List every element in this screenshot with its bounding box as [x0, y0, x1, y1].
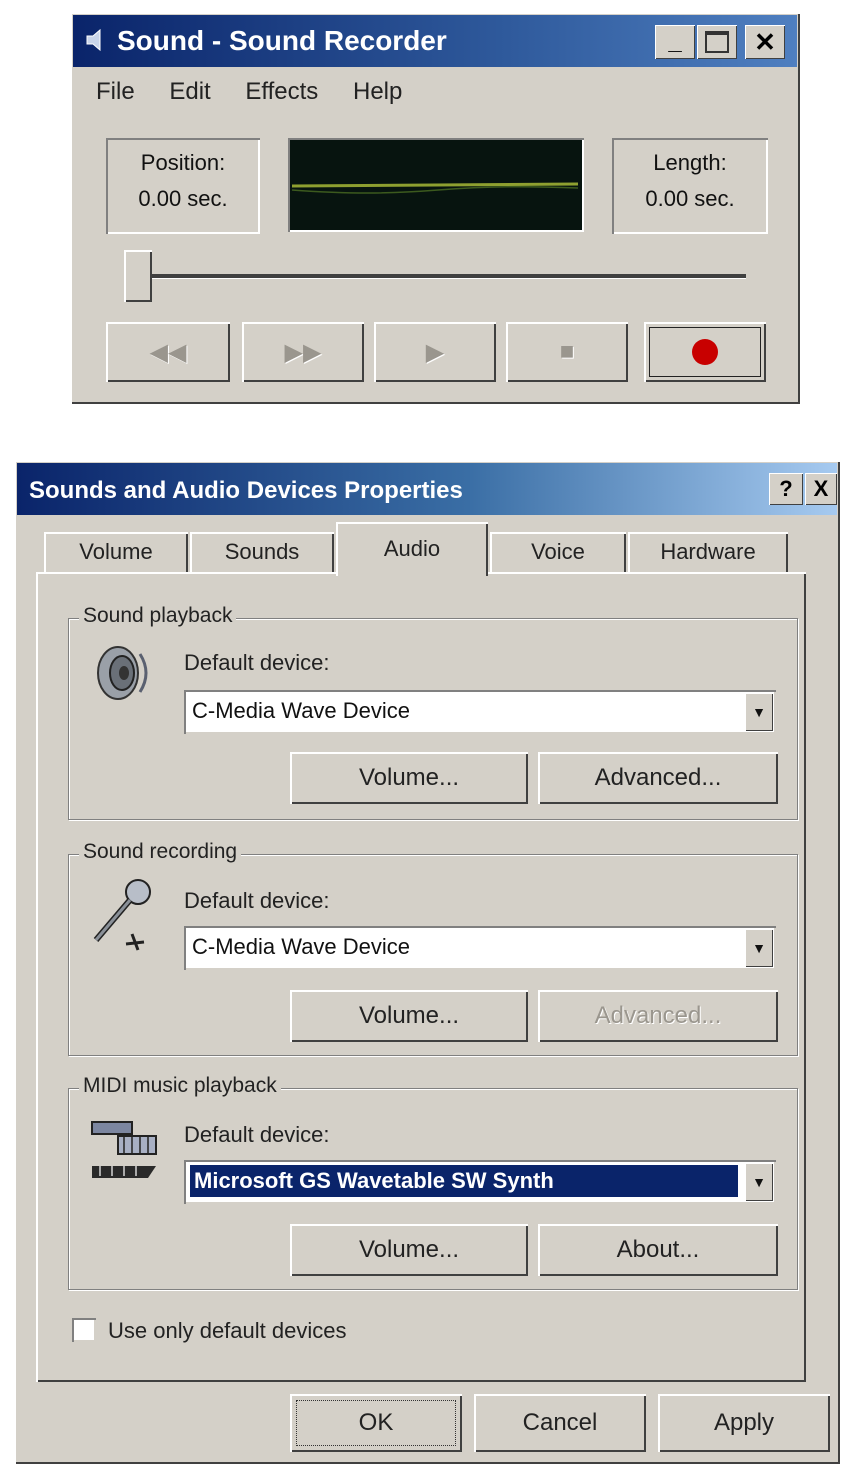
position-slider-thumb[interactable]: [124, 250, 152, 302]
recording-device-label: Default device:: [184, 888, 330, 913]
recording-advanced-button[interactable]: Advanced...: [538, 990, 778, 1042]
menu-edit[interactable]: Edit: [169, 78, 210, 105]
apply-label: Apply: [713, 1409, 775, 1436]
speaker-icon: [88, 640, 158, 706]
midi-device-select[interactable]: Microsoft GS Wavetable SW Synth ▼: [184, 1160, 776, 1204]
playback-volume-label: Volume...: [358, 764, 460, 791]
help-button[interactable]: ?: [769, 473, 803, 505]
dialog-title-bar[interactable]: Sounds and Audio Devices Properties ? X: [17, 463, 837, 515]
play-button[interactable]: ▶: [374, 322, 496, 382]
chevron-down-icon[interactable]: ▼: [745, 929, 773, 967]
close-button[interactable]: ✕: [745, 25, 785, 59]
recording-volume-button[interactable]: Volume...: [290, 990, 528, 1042]
position-value: 0.00 sec.: [138, 186, 228, 211]
stop-button[interactable]: ■: [506, 322, 628, 382]
chevron-down-icon[interactable]: ▼: [745, 693, 773, 731]
menu-effects[interactable]: Effects: [245, 78, 318, 105]
midi-about-label: About...: [616, 1236, 700, 1263]
ok-button[interactable]: OK: [290, 1394, 462, 1452]
close-icon: X: [813, 476, 829, 501]
menu-help[interactable]: Help: [353, 78, 402, 105]
cancel-label: Cancel: [522, 1409, 598, 1436]
seek-to-end-icon: ▶▶: [284, 338, 322, 366]
midi-volume-label: Volume...: [358, 1236, 460, 1263]
tab-voice-label: Voice: [531, 539, 585, 564]
recording-advanced-label: Advanced...: [594, 1002, 722, 1029]
midi-volume-button[interactable]: Volume...: [290, 1224, 528, 1276]
tab-volume[interactable]: Volume: [44, 532, 188, 572]
tab-volume-label: Volume: [79, 539, 153, 564]
menu-file[interactable]: File: [96, 78, 135, 105]
apply-button[interactable]: Apply: [658, 1394, 830, 1452]
sound-recording-legend: Sound recording: [79, 840, 242, 864]
position-display: Position: 0.00 sec.: [106, 138, 260, 234]
length-label: Length:: [653, 150, 727, 175]
tab-hardware-label: Hardware: [660, 539, 756, 564]
playback-device-select[interactable]: C-Media Wave Device ▼: [184, 690, 776, 734]
playback-advanced-button[interactable]: Advanced...: [538, 752, 778, 804]
help-icon: ?: [779, 476, 793, 501]
speaker-icon: [85, 27, 107, 53]
cancel-button[interactable]: Cancel: [474, 1394, 646, 1452]
position-slider-track[interactable]: [130, 274, 746, 279]
seek-to-end-button[interactable]: ▶▶: [242, 322, 364, 382]
midi-about-button[interactable]: About...: [538, 1224, 778, 1276]
waveform-display: [288, 138, 584, 232]
playback-advanced-label: Advanced...: [594, 764, 722, 791]
chevron-down-icon[interactable]: ▼: [745, 1163, 773, 1201]
recording-device-value: C-Media Wave Device: [192, 934, 411, 959]
close-icon: ✕: [754, 26, 776, 57]
sound-recorder-window: Sound - Sound Recorder _ ✕ File Edit Eff…: [70, 12, 800, 404]
tab-audio[interactable]: Audio: [336, 522, 488, 576]
tab-voice[interactable]: Voice: [490, 532, 626, 572]
tab-audio-label: Audio: [383, 536, 441, 561]
tab-hardware[interactable]: Hardware: [628, 532, 788, 572]
recorder-title-bar[interactable]: Sound - Sound Recorder _ ✕: [73, 15, 797, 67]
playback-device-value: C-Media Wave Device: [192, 698, 411, 723]
seek-to-start-icon: ◀◀: [149, 338, 187, 366]
microphone-icon: [86, 874, 156, 954]
position-label: Position:: [140, 150, 226, 175]
dialog-title: Sounds and Audio Devices Properties: [29, 477, 463, 504]
length-value: 0.00 sec.: [645, 186, 735, 211]
midi-device-label: Default device:: [184, 1122, 330, 1147]
recording-volume-label: Volume...: [358, 1002, 460, 1029]
midi-keyboard-icon: [88, 1116, 162, 1186]
length-display: Length: 0.00 sec.: [612, 138, 768, 234]
close-button[interactable]: X: [805, 473, 837, 505]
play-icon: ▶: [425, 338, 445, 366]
playback-device-label: Default device:: [184, 650, 330, 675]
recording-device-select[interactable]: C-Media Wave Device ▼: [184, 926, 776, 970]
seek-to-start-button[interactable]: ◀◀: [106, 322, 230, 382]
maximize-button[interactable]: [697, 25, 737, 59]
stop-icon: ■: [559, 338, 575, 365]
playback-volume-button[interactable]: Volume...: [290, 752, 528, 804]
recorder-menu-bar: File Edit Effects Help: [96, 78, 430, 106]
tab-sounds[interactable]: Sounds: [190, 532, 334, 572]
ok-label: OK: [358, 1409, 394, 1436]
maximize-icon: [705, 31, 729, 53]
minimize-icon: _: [668, 28, 682, 55]
recorder-title: Sound - Sound Recorder: [117, 25, 447, 56]
tab-sounds-label: Sounds: [224, 539, 300, 564]
midi-device-value: Microsoft GS Wavetable SW Synth: [190, 1165, 738, 1197]
waveform-line: [291, 182, 579, 194]
midi-playback-legend: MIDI music playback: [79, 1074, 281, 1098]
use-default-devices-label[interactable]: Use only default devices: [108, 1318, 346, 1344]
record-icon: [692, 339, 718, 365]
minimize-button[interactable]: _: [655, 25, 695, 59]
sound-playback-legend: Sound playback: [79, 604, 237, 628]
use-default-devices-checkbox[interactable]: [72, 1318, 96, 1342]
record-button[interactable]: [644, 322, 766, 382]
